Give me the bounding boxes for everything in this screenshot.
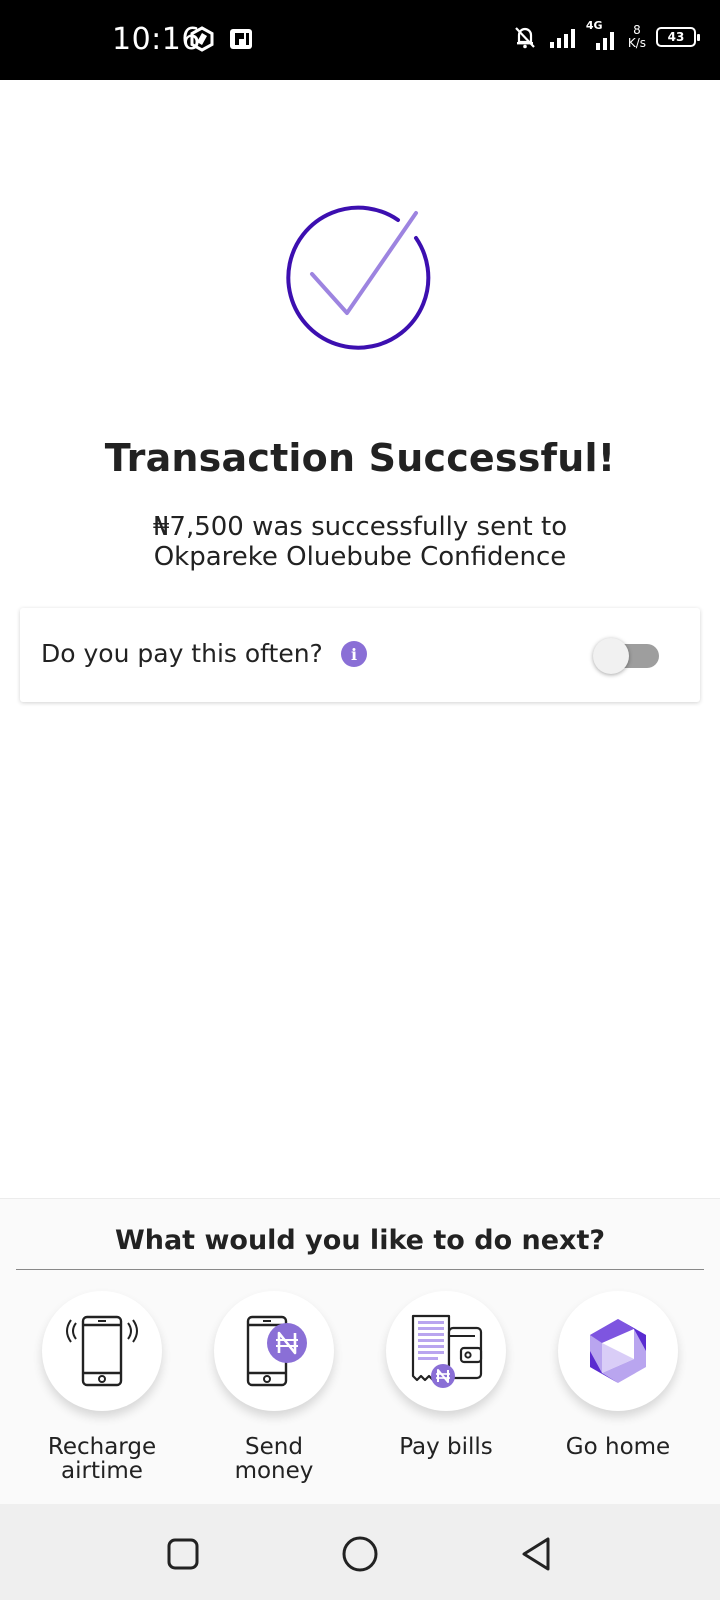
recurring-toggle[interactable] bbox=[593, 638, 659, 674]
app-hexagon-icon bbox=[190, 26, 214, 52]
info-icon-glyph: i bbox=[350, 644, 358, 664]
recharge-airtime-button[interactable]: Recharge airtime bbox=[16, 1291, 188, 1501]
next-actions-title: What would you like to do next? bbox=[114, 1225, 606, 1256]
signal-4g-icon bbox=[595, 32, 614, 50]
info-icon[interactable]: i bbox=[341, 641, 367, 667]
go-home-button[interactable]: Go home bbox=[532, 1291, 704, 1501]
status-notification-icons bbox=[190, 26, 254, 52]
recurring-question: Do you pay this often? bbox=[41, 639, 323, 668]
go-home-label: Go home bbox=[565, 1434, 671, 1460]
status-system-icons: 4G 8 K/s 43 bbox=[512, 19, 700, 52]
recharge-airtime-circle bbox=[42, 1291, 162, 1411]
send-money-button[interactable]: Send money bbox=[188, 1291, 360, 1501]
logo-home-icon bbox=[590, 1319, 646, 1383]
recharge-airtime-label: Recharge airtime bbox=[47, 1434, 157, 1484]
recents-button[interactable] bbox=[163, 1534, 203, 1574]
phone-signal-icon bbox=[66, 1315, 138, 1387]
next-actions-panel: What would you like to do next? Recharge… bbox=[0, 1198, 720, 1504]
back-triangle-icon bbox=[522, 1537, 550, 1571]
bill-wallet-icon bbox=[411, 1314, 483, 1388]
recurring-payment-card: Do you pay this often? i bbox=[20, 608, 700, 702]
phone-naira-icon bbox=[246, 1315, 307, 1387]
divider bbox=[16, 1269, 704, 1270]
home-button[interactable] bbox=[340, 1534, 380, 1574]
go-home-circle bbox=[558, 1291, 678, 1411]
system-nav-bar bbox=[0, 1504, 720, 1600]
recipient-name: Okpareke Oluebube Confidence bbox=[153, 542, 567, 572]
signal-4g: 4G bbox=[586, 19, 618, 52]
app-p-icon bbox=[230, 29, 252, 49]
page-title: Transaction Successful! bbox=[104, 436, 616, 480]
status-time: 10:16 bbox=[112, 22, 201, 57]
battery-level: 43 bbox=[667, 30, 685, 44]
back-button[interactable] bbox=[516, 1534, 556, 1574]
signal-icon bbox=[549, 29, 575, 48]
net-speed: 8 K/s bbox=[628, 24, 646, 50]
mute-bell-icon bbox=[515, 27, 535, 49]
send-money-label: Send money bbox=[234, 1434, 314, 1484]
net-speed-unit: K/s bbox=[627, 36, 646, 50]
recents-icon bbox=[167, 1538, 199, 1570]
pay-bills-button[interactable]: Pay bills bbox=[360, 1291, 532, 1501]
toggle-thumb bbox=[593, 638, 629, 674]
home-circle-icon bbox=[342, 1536, 378, 1572]
pay-bills-circle bbox=[386, 1291, 506, 1411]
next-actions-row: Recharge airtime Send money Pay bills Go… bbox=[0, 1291, 720, 1491]
success-check-icon bbox=[280, 200, 440, 360]
battery-icon: 43 bbox=[656, 27, 700, 47]
transfer-message: ₦7,500 was successfully sent to bbox=[152, 512, 568, 542]
pay-bills-label: Pay bills bbox=[399, 1434, 493, 1460]
send-money-circle bbox=[214, 1291, 334, 1411]
status-bar: 10:16 4G 8 K/s 43 bbox=[0, 0, 720, 80]
